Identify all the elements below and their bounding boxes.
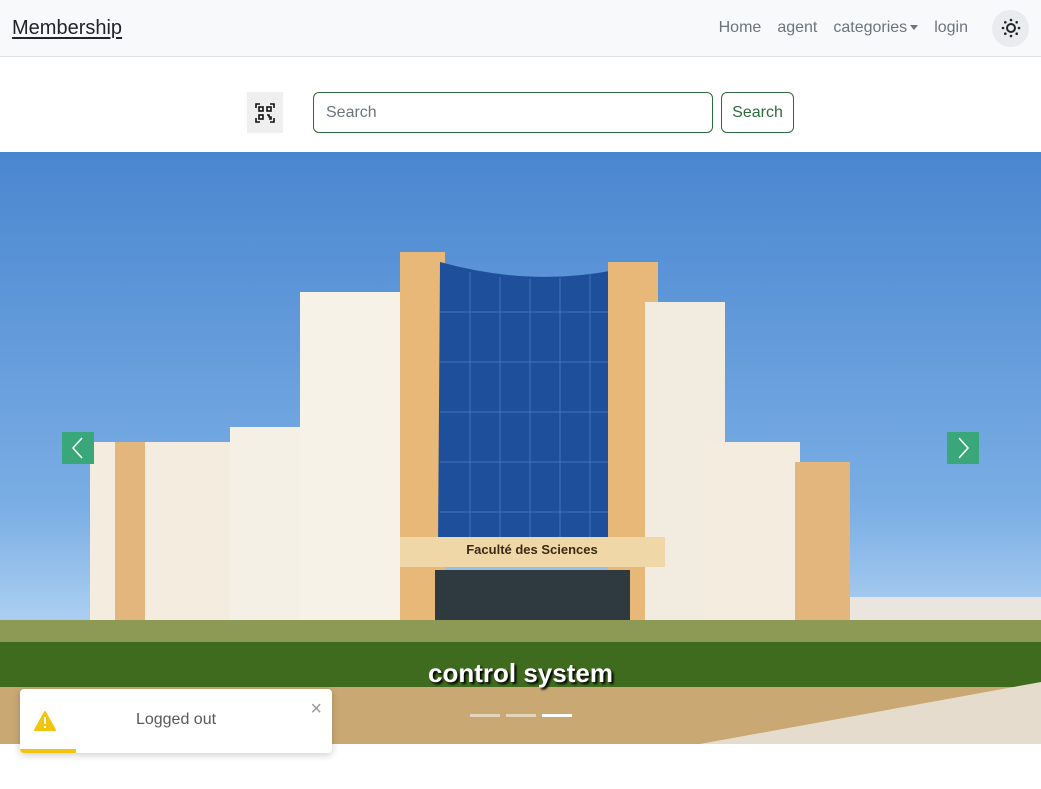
nav-agent[interactable]: agent <box>777 19 817 37</box>
carousel-indicator-3[interactable] <box>542 714 572 717</box>
chevron-right-icon <box>958 437 970 459</box>
sun-icon <box>1001 18 1020 38</box>
carousel-indicators <box>470 714 572 717</box>
qr-scan-button[interactable] <box>247 92 283 133</box>
nav-links: Home agent categories login <box>719 9 1029 47</box>
search-button[interactable]: Search <box>721 92 794 133</box>
building-sign: Faculté des Sciences <box>466 542 598 557</box>
carousel-indicator-2[interactable] <box>506 714 536 717</box>
search-bar: Search <box>0 92 1041 133</box>
carousel: Faculté des Sciences control system <box>0 152 1041 744</box>
close-icon[interactable]: × <box>310 699 322 719</box>
toast-progress-bar <box>20 749 77 753</box>
nav-login[interactable]: login <box>934 19 968 37</box>
carousel-next-button[interactable] <box>947 432 979 464</box>
caret-down-icon <box>910 25 919 31</box>
nav-home[interactable]: Home <box>719 19 762 37</box>
chevron-left-icon <box>71 437 83 459</box>
nav-categories-dropdown[interactable]: categories <box>833 19 919 37</box>
brand-link[interactable]: Membership <box>12 17 122 40</box>
carousel-caption: control system <box>428 658 613 688</box>
search-input[interactable] <box>313 92 713 133</box>
carousel-indicator-1[interactable] <box>470 714 500 717</box>
qr-code-scan-icon <box>255 102 275 123</box>
navbar: Membership Home agent categories login <box>0 0 1041 57</box>
nav-categories-label: categories <box>833 19 908 36</box>
toast-message: Logged out <box>135 711 217 728</box>
carousel-slide-image: Faculté des Sciences <box>0 252 1041 744</box>
carousel-prev-button[interactable] <box>62 432 94 464</box>
theme-toggle-button[interactable] <box>992 9 1029 47</box>
toast-notification: Logged out × <box>20 689 332 753</box>
